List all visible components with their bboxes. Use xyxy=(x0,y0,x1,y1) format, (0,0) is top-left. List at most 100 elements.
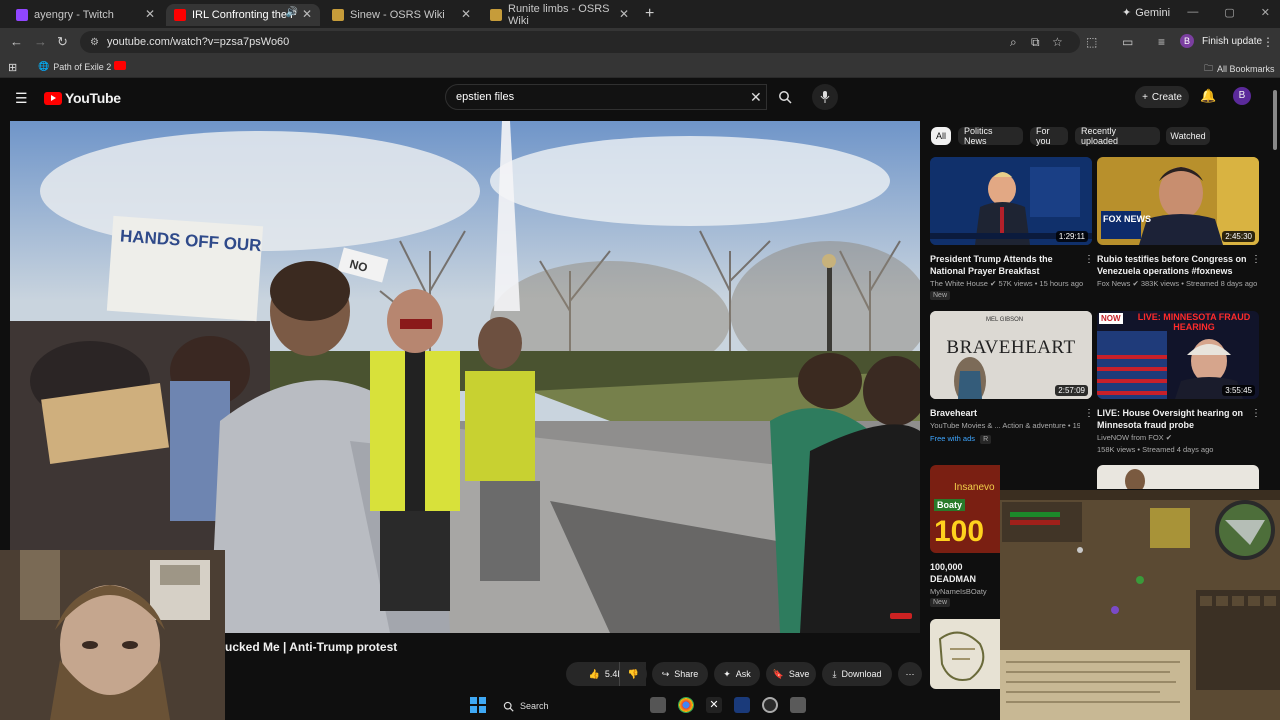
rec-thumbnail[interactable]: 1:29:11 xyxy=(930,157,1092,245)
rec-title[interactable]: Braveheart xyxy=(930,407,1080,419)
profile-avatar[interactable]: B xyxy=(1180,34,1194,48)
thumb-title: BRAVEHEART xyxy=(946,337,1076,358)
video-duration: 2:57:09 xyxy=(1055,385,1088,396)
voice-search-button[interactable] xyxy=(812,84,838,110)
folder-icon: 🗀 xyxy=(1204,63,1214,73)
account-avatar[interactable]: B xyxy=(1233,87,1251,105)
calculator-icon[interactable] xyxy=(790,697,806,713)
thumb-name: Boaty xyxy=(934,499,966,511)
rec-title[interactable]: 100,000 DEADMAN POINTS (rank 2) xyxy=(930,561,1000,585)
clear-search-icon[interactable]: ✕ xyxy=(750,89,762,106)
finish-update-button[interactable]: Finish update xyxy=(1202,36,1262,47)
search-icon xyxy=(779,91,792,104)
page-scrollbar[interactable] xyxy=(1273,90,1277,150)
site-info-icon[interactable]: ⚙ xyxy=(90,37,99,48)
rec-thumbnail[interactable]: FOX NEWS 2:45:30 xyxy=(1097,157,1259,245)
close-icon[interactable]: ✕ xyxy=(302,7,312,21)
rec-title[interactable]: Rubio testifies before Congress on Venez… xyxy=(1097,253,1247,277)
tab-label: Runite limbs - OSRS Wiki xyxy=(508,3,610,27)
obs-icon[interactable] xyxy=(762,697,778,713)
share-button[interactable]: ↪ Share xyxy=(652,662,708,686)
rec-thumbnail[interactable]: NOW LIVE: MINNESOTA FRAUD HEARING 3:55:4… xyxy=(1097,311,1259,399)
thumb-subtitle: MEL GIBSON xyxy=(986,317,1024,323)
bookmark-icon: 🔖 xyxy=(772,668,784,679)
search-input[interactable]: epstien files xyxy=(445,84,767,110)
url-input[interactable]: ⚙ youtube.com/watch?v=pzsa7psWo60 xyxy=(80,31,1080,53)
chrome-icon[interactable] xyxy=(678,697,694,713)
new-badge: New xyxy=(930,291,951,300)
rec-title[interactable]: LIVE: House Oversight hearing on Minneso… xyxy=(1097,407,1247,431)
sparkle-icon: ✦ xyxy=(723,668,731,679)
streamer-webcam xyxy=(0,550,225,720)
install-app-icon[interactable]: ⧉ xyxy=(1031,35,1040,50)
rec-thumbnail[interactable]: MEL GIBSON BRAVEHEART 2:57:09 xyxy=(930,311,1092,399)
bookmark-youtube[interactable] xyxy=(114,61,126,70)
bookmark-path-of-exile[interactable]: 🌐 Path of Exile 2 xyxy=(38,61,111,72)
more-vertical-icon[interactable]: ⋮ xyxy=(1251,408,1261,419)
rec-channel[interactable]: Fox News xyxy=(1097,279,1130,288)
browser-tab-youtube[interactable]: IRL Confronting the Protes 🔊 ✕ xyxy=(166,4,320,26)
forward-icon[interactable]: → xyxy=(34,34,47,49)
reload-icon[interactable]: ↻ xyxy=(57,34,68,50)
x-app-icon[interactable]: ✕ xyxy=(706,697,722,713)
ask-button[interactable]: ✦ Ask xyxy=(714,662,760,686)
browser-tab-twitch[interactable]: ayengry - Twitch ✕ xyxy=(8,4,163,26)
chip-for-you[interactable]: For you xyxy=(1030,126,1068,146)
speaker-icon[interactable]: 🔊 xyxy=(286,7,298,18)
side-panel-icon[interactable]: ▭ xyxy=(1122,35,1133,49)
rec-channel[interactable]: LiveNOW from FOX xyxy=(1097,433,1164,442)
save-button[interactable]: 🔖 Save xyxy=(766,662,816,686)
more-vertical-icon[interactable]: ⋮ xyxy=(1251,254,1261,265)
maximize-icon[interactable]: ▢ xyxy=(1224,6,1234,19)
windows-start-icon[interactable] xyxy=(470,697,486,713)
rec-channel[interactable]: YouTube Movies & ... Action & adventure … xyxy=(930,420,1080,431)
chip-recently-uploaded[interactable]: Recently uploaded xyxy=(1075,126,1160,146)
rec-meta-row: Free with ads R xyxy=(930,433,1090,445)
chrome-menu-icon[interactable]: ⋮ xyxy=(1262,35,1274,49)
windows-taskbar: Search ✕ xyxy=(460,691,820,720)
back-icon[interactable]: ← xyxy=(10,34,23,49)
task-view-icon[interactable] xyxy=(650,697,666,713)
reading-list-icon[interactable]: ≡ xyxy=(1158,35,1165,49)
download-button[interactable]: ⤓ Download xyxy=(822,662,892,686)
rec-thumbnail[interactable] xyxy=(930,619,1000,689)
window-controls: — ▢ ✕ xyxy=(1187,6,1270,19)
runelite-icon[interactable] xyxy=(734,697,750,713)
gemini-button[interactable]: ✦ Gemini xyxy=(1122,6,1171,20)
more-actions-button[interactable]: ⋯ xyxy=(898,662,922,686)
close-window-icon[interactable]: ✕ xyxy=(1261,6,1270,19)
new-badge: New xyxy=(930,598,951,607)
taskbar-search[interactable]: Search xyxy=(497,696,657,716)
rec-channel[interactable]: MyNameIsBOaty xyxy=(930,586,1000,597)
more-vertical-icon[interactable]: ⋮ xyxy=(1084,408,1094,419)
search-button[interactable] xyxy=(770,84,800,110)
close-icon[interactable]: ✕ xyxy=(145,7,155,21)
browser-tab-runite-limbs[interactable]: Runite limbs - OSRS Wiki ✕ xyxy=(482,3,637,27)
rec-thumbnail[interactable]: Insanevo Boaty 100 xyxy=(930,465,1000,553)
hamburger-menu-icon[interactable]: ☰ xyxy=(15,90,28,107)
chip-politics-news[interactable]: Politics News xyxy=(958,126,1023,146)
youtube-logo[interactable]: YouTube xyxy=(44,90,121,106)
notifications-bell-icon[interactable]: 🔔 xyxy=(1200,88,1216,104)
bookmark-star-icon[interactable]: ☆ xyxy=(1052,35,1063,49)
thumbnail-image xyxy=(938,631,985,681)
minimize-icon[interactable]: — xyxy=(1187,6,1198,19)
close-icon[interactable]: ✕ xyxy=(461,7,471,21)
browser-tab-sinew[interactable]: Sinew - OSRS Wiki ✕ xyxy=(324,4,479,26)
apps-grid-icon[interactable]: ⊞ xyxy=(8,61,17,74)
chip-watched[interactable]: Watched xyxy=(1166,127,1210,145)
rec-thumbnail[interactable] xyxy=(1097,465,1259,489)
close-icon[interactable]: ✕ xyxy=(619,7,629,21)
create-button[interactable]: + Create xyxy=(1135,86,1189,108)
new-tab-button[interactable]: + xyxy=(645,5,654,23)
zoom-icon[interactable]: ⌕ xyxy=(1010,35,1017,50)
dislike-button[interactable]: 👎 xyxy=(619,662,647,686)
all-bookmarks-button[interactable]: 🗀 All Bookmarks xyxy=(1204,61,1275,77)
rec-title[interactable]: President Trump Attends the National Pra… xyxy=(930,253,1080,277)
extensions-icon[interactable]: ⬚ xyxy=(1086,35,1097,49)
more-vertical-icon[interactable]: ⋮ xyxy=(1084,254,1094,265)
gemini-label: Gemini xyxy=(1135,6,1171,19)
youtube-icon xyxy=(174,9,186,21)
rec-channel[interactable]: The White House xyxy=(930,279,988,288)
chip-all[interactable]: All xyxy=(931,127,951,145)
